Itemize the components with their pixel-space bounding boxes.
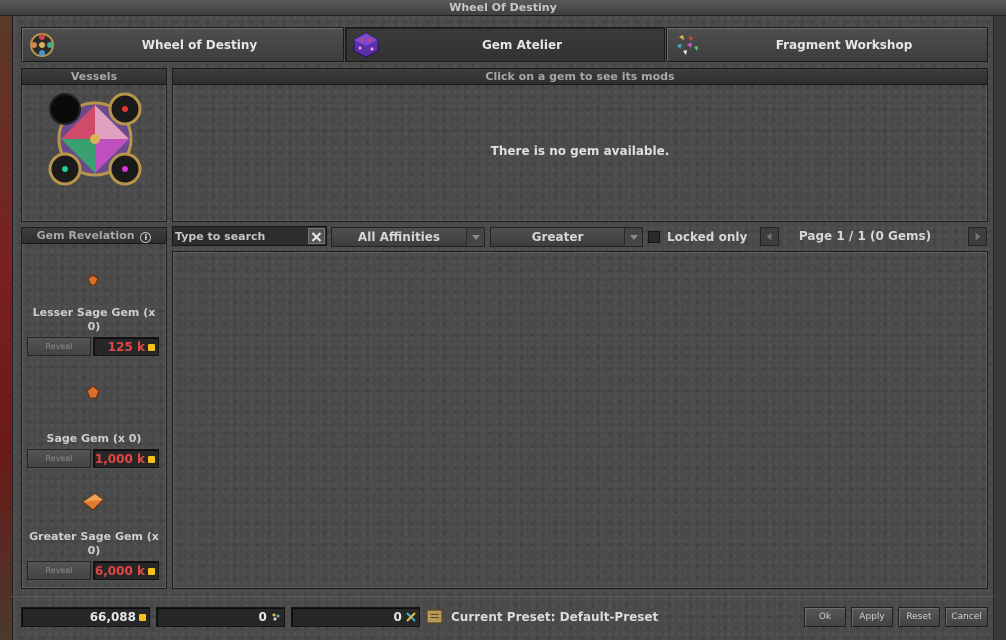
clear-search-button[interactable] (308, 228, 325, 244)
background-edge (0, 16, 11, 640)
vessel-wheel-icon[interactable] (47, 91, 143, 187)
tab-fragment-workshop[interactable]: Fragment Workshop (666, 27, 988, 62)
gold-coin-icon (148, 568, 155, 575)
next-page-button[interactable] (968, 227, 987, 246)
sage-cost-field: 1,000 k (93, 449, 159, 468)
footer-divider (12, 596, 994, 597)
vessels-title: Vessels (22, 69, 166, 85)
lesser-fragments-field: 0 (156, 607, 285, 627)
preset-scroll-icon[interactable] (426, 608, 443, 625)
affinity-value: All Affinities (357, 230, 441, 244)
tab-wheel-of-destiny[interactable]: Wheel of Destiny (21, 27, 344, 62)
lesser-sage-gem-label: Lesser Sage Gem (x 0) (32, 306, 156, 333)
affinity-dropdown[interactable]: All Affinities (331, 227, 485, 247)
gem-revelation-header: Gem Revelation i (22, 228, 166, 244)
sage-gem-label: Sage Gem (x 0) (46, 432, 142, 445)
reveal-lesser-button[interactable]: Reveal (27, 337, 91, 356)
gem-mods-panel: Click on a gem to see its mods There is … (172, 68, 988, 222)
gold-balance: 66,088 (89, 610, 136, 624)
lesser-cost-field: 125 k (93, 337, 159, 356)
tab-label: Fragment Workshop (775, 37, 913, 52)
mods-panel-title: Click on a gem to see its mods (173, 69, 987, 85)
greater-sage-gem-label: Greater Sage Gem (x 0) (29, 530, 159, 557)
tab-label: Gem Atelier (481, 37, 563, 52)
current-preset-label: Current Preset: Default-Preset (451, 610, 659, 624)
greater-cost: 6,000 k (94, 564, 145, 578)
cancel-button[interactable]: Cancel (945, 607, 988, 627)
locked-only-label: Locked only (667, 230, 748, 244)
greater-fragment-icon (406, 612, 416, 622)
gold-coin-icon (148, 344, 155, 351)
lesser-fragment-icon (272, 613, 280, 621)
chevron-down-icon (466, 228, 484, 246)
ok-button[interactable]: Ok (804, 607, 846, 627)
close-icon (311, 232, 322, 242)
wheel-icon (30, 32, 54, 57)
search-field[interactable] (172, 226, 327, 246)
tab-label: Wheel of Destiny (141, 37, 258, 52)
lesser-fragments-count: 0 (258, 610, 267, 624)
chevron-down-icon (624, 228, 642, 246)
window-title: Wheel Of Destiny (0, 0, 1006, 16)
gold-coin-icon (148, 456, 155, 463)
reveal-sage-button[interactable]: Reveal (27, 449, 91, 468)
greater-fragments-count: 0 (393, 610, 402, 624)
locked-only-checkbox[interactable] (648, 231, 660, 243)
gold-balance-field: 66,088 (21, 607, 150, 627)
search-input[interactable] (175, 228, 305, 244)
arrow-left-icon (766, 232, 772, 241)
tab-gem-atelier[interactable]: Gem Atelier (345, 27, 665, 62)
grade-dropdown[interactable]: Greater (490, 227, 643, 247)
greater-sage-gem-icon (82, 493, 104, 511)
reset-button[interactable]: Reset (898, 607, 940, 627)
no-gem-message: There is no gem available. (490, 144, 670, 158)
greater-fragments-field: 0 (291, 607, 420, 627)
lesser-sage-gem-icon (87, 274, 99, 286)
page-indicator: Page 1 / 1 (0 Gems) (798, 229, 932, 243)
gem-revelation-title: Gem Revelation (36, 229, 135, 242)
apply-button[interactable]: Apply (851, 607, 893, 627)
sage-gem-icon (86, 385, 100, 399)
prev-page-button[interactable] (760, 227, 779, 246)
vessels-panel: Vessels (21, 68, 167, 222)
lesser-cost: 125 k (107, 340, 145, 354)
arrow-right-icon (975, 232, 981, 241)
grade-value: Greater (531, 230, 584, 244)
gem-die-icon (353, 31, 379, 58)
fragments-icon (677, 34, 698, 55)
gem-list-area[interactable] (172, 251, 988, 589)
reveal-greater-button[interactable]: Reveal (27, 561, 91, 580)
gold-coin-icon (139, 614, 146, 621)
info-icon[interactable]: i (140, 232, 152, 243)
greater-cost-field: 6,000 k (93, 561, 159, 580)
sage-cost: 1,000 k (94, 452, 145, 466)
